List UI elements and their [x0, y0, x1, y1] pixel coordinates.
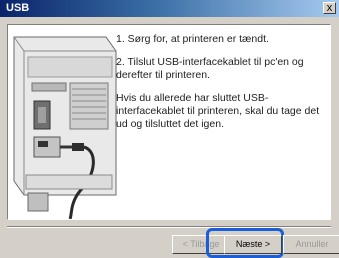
instruction-text: 1. Sørg for, at printeren er tændt. 2. T… — [116, 33, 328, 141]
content-panel: 1. Sørg for, at printeren er tændt. 2. T… — [7, 24, 331, 220]
cancel-button[interactable]: Annuller — [283, 235, 339, 254]
instruction-step-2: 2. Tilslut USB-interfacekablet til pc'en… — [116, 56, 304, 81]
window-title: USB — [6, 2, 30, 14]
separator — [7, 226, 331, 228]
instruction-step-1: 1. Sørg for, at printeren er tændt. — [116, 33, 269, 45]
title-bar[interactable]: USB x — [0, 0, 339, 17]
next-button[interactable]: Næste > — [224, 235, 282, 254]
close-icon[interactable]: x — [323, 2, 336, 14]
instruction-note: Hvis du allerede har sluttet USB-interfa… — [116, 92, 320, 130]
usb-dialog-window: USB x 1. Sørg for, at printeren er tændt… — [0, 0, 339, 258]
printer-usb-illustration — [8, 25, 118, 219]
